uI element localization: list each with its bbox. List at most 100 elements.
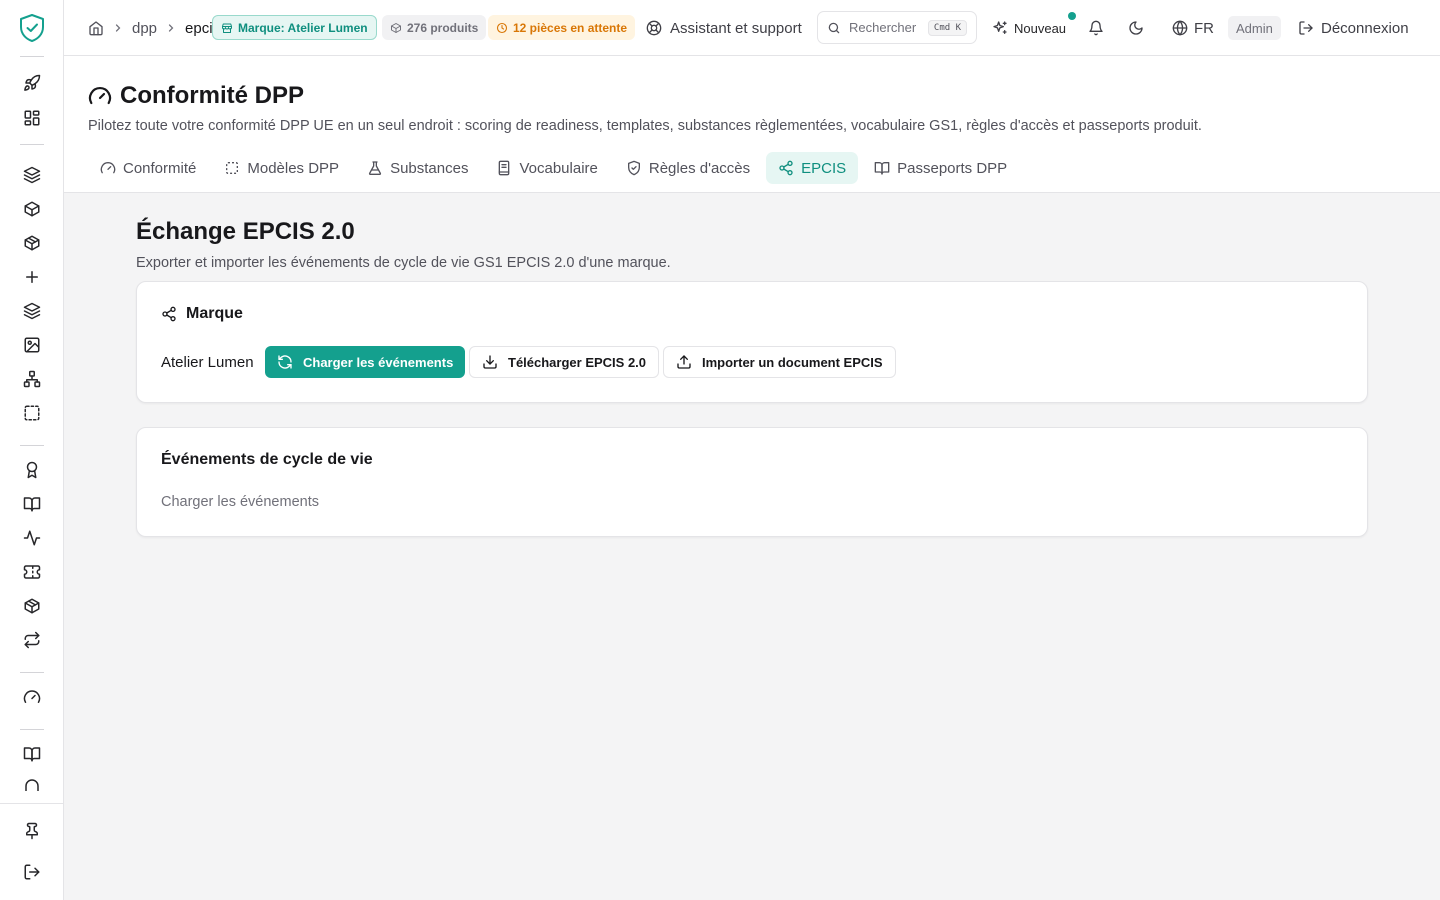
share-icon xyxy=(161,306,177,322)
import-epcis-button[interactable]: Importer un document EPCIS xyxy=(663,346,896,378)
events-card: Événements de cycle de vie Charger les é… xyxy=(136,427,1368,537)
new-button[interactable]: Nouveau xyxy=(992,0,1066,56)
language-switcher[interactable]: FR xyxy=(1172,0,1214,56)
logout-icon[interactable] xyxy=(21,861,43,883)
lifebuoy-icon xyxy=(646,20,662,36)
package-alt-icon[interactable] xyxy=(21,595,43,617)
search-shortcut: Cmd K xyxy=(927,19,967,36)
support-link[interactable]: Assistant et support xyxy=(646,0,802,56)
logout-icon xyxy=(1298,20,1314,36)
download-epcis-button[interactable]: Télécharger EPCIS 2.0 xyxy=(469,346,660,378)
sidebar-footer-divider xyxy=(0,803,63,804)
load-events-button[interactable]: Charger les événements xyxy=(265,346,466,378)
import-epcis-label: Importer un document EPCIS xyxy=(702,354,883,370)
tab-label: Vocabulaire xyxy=(519,159,598,177)
sidebar-divider xyxy=(20,445,44,446)
logout-label: Déconnexion xyxy=(1321,19,1409,37)
section-subtitle: Exporter et importer les événements de c… xyxy=(136,255,671,271)
upload-icon xyxy=(676,354,692,370)
network-icon[interactable] xyxy=(21,368,43,390)
sidebar-divider xyxy=(20,56,44,57)
bell-icon[interactable] xyxy=(1088,0,1104,56)
tab-vocabulaire[interactable]: Vocabulaire xyxy=(484,152,609,184)
layers-icon[interactable] xyxy=(21,164,43,186)
store-icon xyxy=(221,22,233,34)
pending-badge[interactable]: 12 pièces en attente xyxy=(488,15,636,40)
tab-modeles-dpp[interactable]: Modèles DPP xyxy=(212,152,351,184)
open-book-icon xyxy=(874,160,890,176)
brand-name: Atelier Lumen xyxy=(161,354,254,371)
tab-bar: Conformité Modèles DPP Substances Vocabu… xyxy=(88,152,1019,184)
sidebar-divider xyxy=(20,729,44,730)
support-label: Assistant et support xyxy=(670,19,802,37)
tab-label: Modèles DPP xyxy=(247,159,340,177)
download-icon xyxy=(482,354,498,370)
ticket-icon[interactable] xyxy=(21,561,43,583)
breadcrumb: dpp epcis xyxy=(88,0,220,56)
sidebar-divider xyxy=(20,144,44,145)
gauge-icon xyxy=(100,160,116,176)
dashed-square-icon[interactable] xyxy=(21,402,43,424)
brand-card-title: Marque xyxy=(161,305,243,323)
search-icon xyxy=(827,21,841,35)
page-title-text: Conformité DPP xyxy=(120,82,305,109)
image-icon[interactable] xyxy=(21,334,43,356)
tab-conformite[interactable]: Conformité xyxy=(88,152,208,184)
globe-icon xyxy=(1172,20,1188,36)
gauge-icon xyxy=(88,84,112,108)
pending-badge-label: 12 pièces en attente xyxy=(513,20,628,35)
layers-alt-icon[interactable] xyxy=(21,300,43,322)
package-icon xyxy=(390,22,402,34)
arch-icon[interactable] xyxy=(21,777,43,791)
moon-icon[interactable] xyxy=(1128,0,1144,56)
page-title: Conformité DPP xyxy=(88,82,304,110)
products-badge[interactable]: 276 produits xyxy=(382,15,487,40)
search-button[interactable]: Rechercher Cmd K xyxy=(817,11,977,44)
activity-icon[interactable] xyxy=(21,527,43,549)
box-icon[interactable] xyxy=(21,198,43,220)
sidebar xyxy=(0,0,64,900)
tab-label: Conformité xyxy=(123,159,197,177)
refresh-icon xyxy=(277,354,293,370)
award-icon[interactable] xyxy=(21,459,43,481)
load-events-label: Charger les événements xyxy=(303,354,454,370)
chevron-right-icon xyxy=(165,22,177,34)
book-icon[interactable] xyxy=(21,493,43,515)
search-placeholder: Rechercher xyxy=(849,20,917,35)
plus-icon[interactable] xyxy=(21,266,43,288)
chevron-right-icon xyxy=(112,22,124,34)
pin-icon[interactable] xyxy=(21,820,43,842)
flask-icon xyxy=(367,160,383,176)
tab-label: Passeports DPP xyxy=(897,159,1008,177)
tab-regles-acces[interactable]: Règles d'accès xyxy=(614,152,762,184)
tab-epcis[interactable]: EPCIS xyxy=(766,152,859,184)
repeat-icon[interactable] xyxy=(21,629,43,651)
products-badge-label: 276 produits xyxy=(407,20,479,35)
events-card-title: Événements de cycle de vie xyxy=(161,451,373,468)
breadcrumb-item-dpp[interactable]: dpp xyxy=(132,20,157,37)
logout-button[interactable]: Déconnexion xyxy=(1298,0,1409,56)
home-icon[interactable] xyxy=(88,20,104,36)
download-epcis-label: Télécharger EPCIS 2.0 xyxy=(508,354,647,370)
shield-logo-icon[interactable] xyxy=(18,13,46,43)
sparkles-icon xyxy=(992,20,1008,36)
book-alt-icon[interactable] xyxy=(21,743,43,765)
grid-icon[interactable] xyxy=(21,107,43,129)
brand-card: Marque Atelier Lumen Charger les événeme… xyxy=(136,281,1368,403)
package-icon[interactable] xyxy=(21,232,43,254)
page-header: Conformité DPP Pilotez toute votre confo… xyxy=(64,56,1440,193)
brand-badge[interactable]: Marque: Atelier Lumen xyxy=(212,15,377,40)
brand-card-title-text: Marque xyxy=(186,305,243,322)
book-text-icon xyxy=(496,160,512,176)
rocket-icon[interactable] xyxy=(21,72,43,94)
tab-passeports-dpp[interactable]: Passeports DPP xyxy=(862,152,1019,184)
page-subtitle: Pilotez toute votre conformité DPP UE en… xyxy=(88,118,1202,134)
language-label: FR xyxy=(1194,19,1214,37)
tab-label: Règles d'accès xyxy=(648,159,751,177)
section-title: Échange EPCIS 2.0 xyxy=(136,218,355,245)
gauge-icon[interactable] xyxy=(21,686,43,708)
tab-label: EPCIS xyxy=(801,159,847,177)
tab-substances[interactable]: Substances xyxy=(355,152,480,184)
shield-check-icon xyxy=(626,160,642,176)
tab-label: Substances xyxy=(390,159,469,177)
